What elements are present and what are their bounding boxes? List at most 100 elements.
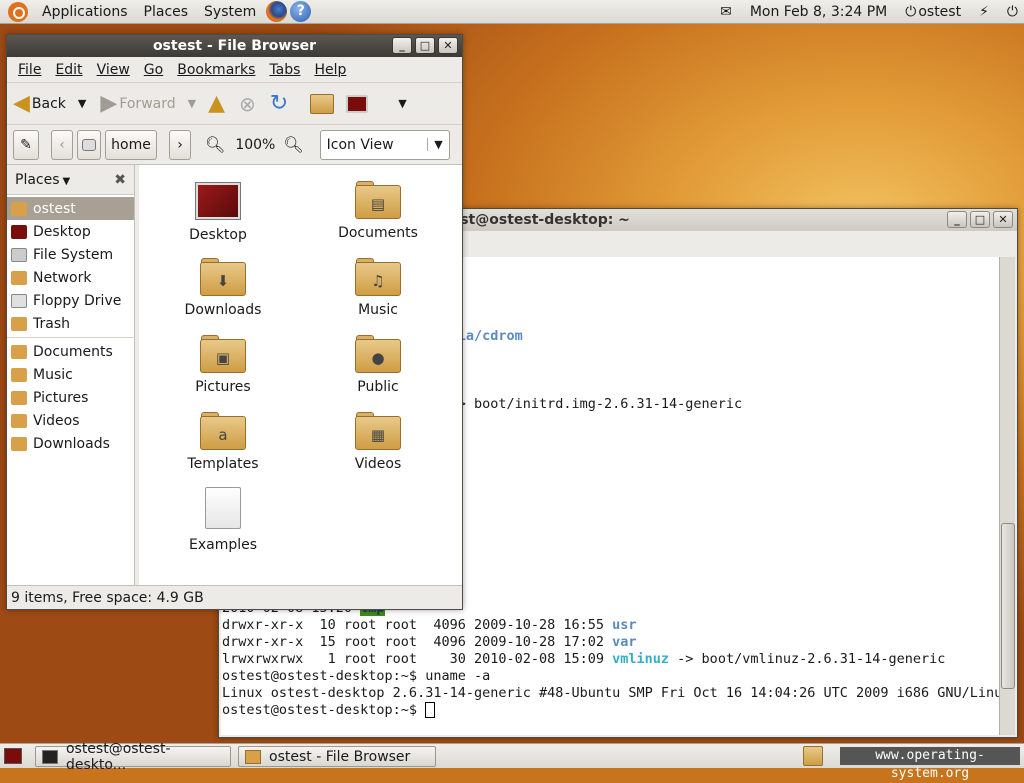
network-icon[interactable]: ⚡ xyxy=(979,4,989,20)
pictures-folder-icon xyxy=(11,390,27,405)
zoom-out-icon[interactable]: 🔍︎ xyxy=(205,135,225,154)
sidebar-item-label: Floppy Drive xyxy=(33,292,122,309)
drive-crumb-button[interactable] xyxy=(77,129,101,160)
zoom-in-icon[interactable]: 🔍︎ xyxy=(283,135,303,154)
location-bar: ✎ ‹ home › 🔍︎ 100% 🔍︎ Icon View ▼ xyxy=(7,125,462,165)
chevron-down-icon: ▼ xyxy=(62,175,71,187)
task-terminal[interactable]: ostest@ostest-deskto... xyxy=(35,741,231,773)
file-item-templates[interactable]: a Templates xyxy=(158,412,288,472)
bottom-panel: ostest@ostest-deskto... ostest - File Br… xyxy=(0,741,1024,781)
floppy-icon xyxy=(11,293,27,308)
sidebar-bookmark-pictures[interactable]: Pictures xyxy=(7,386,134,409)
prev-crumb-button[interactable]: ‹ xyxy=(51,129,73,160)
back-button[interactable]: ◀ Back ▼ xyxy=(13,91,86,116)
file-label: Music xyxy=(358,302,398,318)
sidebar-bookmark-documents[interactable]: Documents xyxy=(7,340,134,363)
menu-file[interactable]: File xyxy=(18,62,41,78)
mail-icon[interactable]: ✉ xyxy=(720,4,732,20)
menu-places[interactable]: Places xyxy=(136,0,197,24)
sidebar-bookmark-downloads[interactable]: Downloads xyxy=(7,432,134,455)
sidebar-item-trash[interactable]: Trash xyxy=(7,312,134,335)
sidebar-bookmark-videos[interactable]: Videos xyxy=(7,409,134,432)
top-panel: Applications Places System ? ✉ Mon Feb 8… xyxy=(0,0,1024,24)
file-item-pictures[interactable]: ▣ Pictures xyxy=(158,335,288,395)
maximize-button[interactable]: □ xyxy=(415,37,435,54)
zoom-level[interactable]: 100% xyxy=(235,137,275,153)
computer-icon[interactable] xyxy=(346,94,369,113)
file-item-public[interactable]: ● Public xyxy=(313,335,443,395)
menu-system[interactable]: System xyxy=(196,0,264,24)
user-name: ostest xyxy=(918,3,962,20)
menu-help[interactable]: Help xyxy=(314,62,346,78)
templates-folder-icon: a xyxy=(200,412,246,450)
link-target: -> boot/vmlinuz-2.6.31-14-generic xyxy=(669,651,946,667)
icon-view[interactable]: Desktop ▤ Documents ⬇ Downloads ♫ Music … xyxy=(139,165,462,586)
terminal-icon xyxy=(42,749,58,764)
back-arrow-icon: ◀ xyxy=(13,91,30,116)
desktop-folder-icon xyxy=(196,183,240,219)
crumb-label: home xyxy=(111,136,151,153)
edit-location-button[interactable]: ✎ xyxy=(13,129,39,160)
home-icon[interactable] xyxy=(310,93,335,114)
terminal-line: drwxr-xr-x 10 root root 4096 2009-10-28 … xyxy=(222,617,999,634)
file-label: Desktop xyxy=(189,227,247,243)
reload-icon[interactable]: ↻ xyxy=(270,91,288,116)
menu-view[interactable]: View xyxy=(97,62,130,78)
chevron-down-icon[interactable]: ▼ xyxy=(188,97,196,110)
close-button[interactable]: ✕ xyxy=(993,211,1013,228)
entry-name: usr xyxy=(612,617,637,633)
up-arrow-icon[interactable]: ▲ xyxy=(208,91,225,116)
sidebar-item-network[interactable]: Network xyxy=(7,266,134,289)
user-switcher[interactable]: ⏻ ostest xyxy=(905,4,961,20)
file-item-desktop[interactable]: Desktop xyxy=(153,183,283,243)
file-item-videos[interactable]: ▦ Videos xyxy=(313,412,443,472)
file-item-music[interactable]: ♫ Music xyxy=(313,258,443,318)
shutdown-icon[interactable]: ⏻ xyxy=(1007,4,1018,20)
home-crumb-button[interactable]: home xyxy=(105,129,157,160)
menu-go[interactable]: Go xyxy=(144,62,163,78)
clock[interactable]: Mon Feb 8, 3:24 PM xyxy=(750,4,887,20)
terminal-scrollbar[interactable] xyxy=(999,257,1015,735)
view-mode-select[interactable]: Icon View ▼ xyxy=(319,129,450,160)
sidebar-mode-select[interactable]: Places ▼ xyxy=(15,172,70,188)
close-button[interactable]: ✕ xyxy=(438,37,458,54)
drive-icon xyxy=(82,138,96,151)
show-desktop-icon[interactable] xyxy=(4,748,22,764)
chevron-down-icon[interactable]: ▼ xyxy=(78,97,86,110)
file-browser-titlebar[interactable]: ostest - File Browser _ □ ✕ xyxy=(7,35,462,57)
file-browser-window: ostest - File Browser _ □ ✕ File Edit Vi… xyxy=(6,34,463,610)
sidebar-bookmark-music[interactable]: Music xyxy=(7,363,134,386)
music-folder-icon xyxy=(11,367,27,382)
file-item-documents[interactable]: ▤ Documents xyxy=(313,181,443,241)
sidebar-item-floppy-drive[interactable]: Floppy Drive xyxy=(7,289,134,312)
scrollbar-thumb[interactable] xyxy=(1001,523,1015,689)
ubuntu-logo-icon[interactable] xyxy=(8,1,28,22)
videos-folder-icon xyxy=(11,413,27,428)
sidebar-item-ostest[interactable]: ostest xyxy=(7,197,134,220)
power-icon: ⏻ xyxy=(905,3,917,20)
minimize-button[interactable]: _ xyxy=(392,37,412,54)
chevron-down-icon[interactable]: ▼ xyxy=(398,97,406,110)
file-item-downloads[interactable]: ⬇ Downloads xyxy=(158,258,288,318)
file-item-examples[interactable]: Examples xyxy=(158,487,288,553)
drive-icon xyxy=(11,247,27,262)
maximize-button[interactable]: □ xyxy=(970,211,990,228)
close-sidebar-icon[interactable]: ✖ xyxy=(114,172,126,188)
sidebar-item-desktop[interactable]: Desktop xyxy=(7,220,134,243)
firefox-launcher-icon[interactable] xyxy=(266,1,288,22)
help-launcher-icon[interactable]: ? xyxy=(290,1,312,22)
next-crumb-button[interactable]: › xyxy=(169,129,191,160)
sidebar-item-file-system[interactable]: File System xyxy=(7,243,134,266)
stop-icon[interactable]: ⊗ xyxy=(239,92,256,116)
downloads-folder-icon: ⬇ xyxy=(200,258,246,296)
forward-button[interactable]: ▶ Forward ▼ xyxy=(100,91,196,116)
task-file-browser[interactable]: ostest - File Browser xyxy=(238,746,436,767)
file-label: Examples xyxy=(188,537,258,553)
menu-edit[interactable]: Edit xyxy=(55,62,82,78)
menu-tabs[interactable]: Tabs xyxy=(269,62,300,78)
menu-applications[interactable]: Applications xyxy=(34,0,136,24)
trash-applet-icon[interactable] xyxy=(803,746,823,766)
minimize-button[interactable]: _ xyxy=(947,211,967,228)
menu-bookmarks[interactable]: Bookmarks xyxy=(177,62,255,78)
sidebar-item-label: Pictures xyxy=(33,389,89,406)
